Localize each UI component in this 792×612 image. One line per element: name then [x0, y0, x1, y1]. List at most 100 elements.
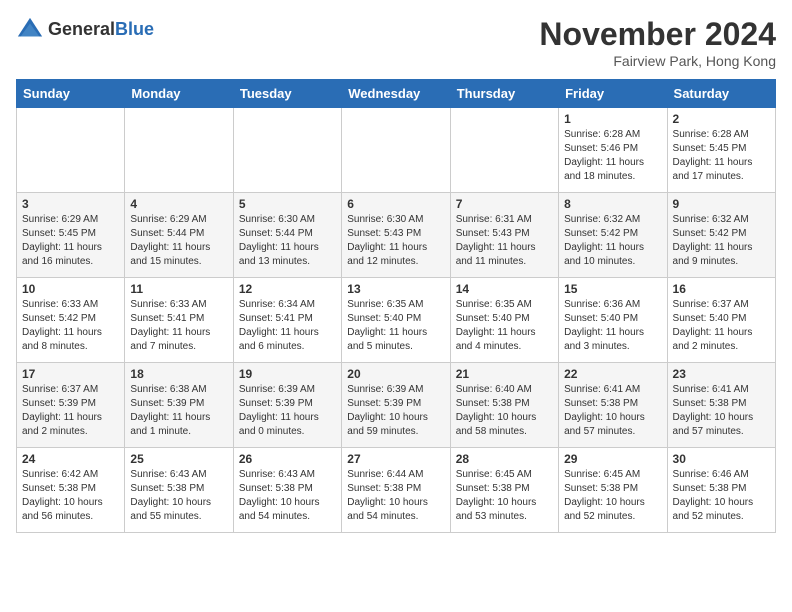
day-info: Sunrise: 6:38 AM Sunset: 5:39 PM Dayligh… — [130, 383, 227, 439]
calendar-cell: 16 Sunrise: 6:37 AM Sunset: 5:40 PM Dayli… — [667, 278, 775, 363]
day-info: Sunrise: 6:28 AM Sunset: 5:46 PM Dayligh… — [564, 128, 661, 184]
calendar-cell: 17 Sunrise: 6:37 AM Sunset: 5:39 PM Dayli… — [17, 363, 125, 448]
calendar-cell: 19 Sunrise: 6:39 AM Sunset: 5:39 PM Dayli… — [233, 363, 341, 448]
day-info: Sunrise: 6:43 AM Sunset: 5:38 PM Dayligh… — [130, 468, 227, 524]
calendar-cell: 6 Sunrise: 6:30 AM Sunset: 5:43 PM Daylig… — [342, 193, 450, 278]
day-number: 16 — [673, 282, 770, 296]
calendar-cell: 20 Sunrise: 6:39 AM Sunset: 5:39 PM Dayli… — [342, 363, 450, 448]
calendar-cell: 14Sunrise: 6:35 AM Sunset: 5:40 PM Dayli… — [450, 278, 558, 363]
day-info: Sunrise: 6:37 AM Sunset: 5:40 PM Dayligh… — [673, 298, 770, 354]
day-info: Sunrise: 6:45 AM Sunset: 5:38 PM Dayligh… — [456, 468, 553, 524]
calendar-cell: 12Sunrise: 6:34 AM Sunset: 5:41 PM Dayli… — [233, 278, 341, 363]
calendar-week-row: 17 Sunrise: 6:37 AM Sunset: 5:39 PM Dayli… — [17, 363, 776, 448]
day-info: Sunrise: 6:31 AM Sunset: 5:43 PM Dayligh… — [456, 213, 553, 269]
calendar-week-row: 10 Sunrise: 6:33 AM Sunset: 5:42 PM Dayli… — [17, 278, 776, 363]
day-number: 4 — [130, 197, 227, 211]
calendar-cell: 11 Sunrise: 6:33 AM Sunset: 5:41 PM Dayli… — [125, 278, 233, 363]
day-info: Sunrise: 6:36 AM Sunset: 5:40 PM Dayligh… — [564, 298, 661, 354]
calendar-cell: 5 Sunrise: 6:30 AM Sunset: 5:44 PM Daylig… — [233, 193, 341, 278]
day-number: 14 — [456, 282, 553, 296]
calendar-cell: 18 Sunrise: 6:38 AM Sunset: 5:39 PM Dayli… — [125, 363, 233, 448]
day-info: Sunrise: 6:29 AM Sunset: 5:44 PM Dayligh… — [130, 213, 227, 269]
day-info: Sunrise: 6:28 AM Sunset: 5:45 PM Dayligh… — [673, 128, 770, 184]
day-number: 22 — [564, 367, 661, 381]
day-number: 26 — [239, 452, 336, 466]
day-info: Sunrise: 6:40 AM Sunset: 5:38 PM Dayligh… — [456, 383, 553, 439]
day-info: Sunrise: 6:29 AM Sunset: 5:45 PM Dayligh… — [22, 213, 119, 269]
day-number: 7 — [456, 197, 553, 211]
calendar-cell: 9Sunrise: 6:32 AM Sunset: 5:42 PM Daylig… — [667, 193, 775, 278]
day-info: Sunrise: 6:30 AM Sunset: 5:43 PM Dayligh… — [347, 213, 444, 269]
day-number: 6 — [347, 197, 444, 211]
day-info: Sunrise: 6:35 AM Sunset: 5:40 PM Dayligh… — [347, 298, 444, 354]
calendar-cell: 29 Sunrise: 6:45 AM Sunset: 5:38 PM Dayli… — [559, 448, 667, 533]
calendar-cell: 4 Sunrise: 6:29 AM Sunset: 5:44 PM Daylig… — [125, 193, 233, 278]
day-of-week-header: Monday — [125, 80, 233, 108]
calendar: SundayMondayTuesdayWednesdayThursdayFrid… — [16, 79, 776, 533]
calendar-week-row: 1Sunrise: 6:28 AM Sunset: 5:46 PM Daylig… — [17, 108, 776, 193]
day-number: 30 — [673, 452, 770, 466]
day-of-week-header: Wednesday — [342, 80, 450, 108]
calendar-cell: 30 Sunrise: 6:46 AM Sunset: 5:38 PM Dayli… — [667, 448, 775, 533]
day-info: Sunrise: 6:39 AM Sunset: 5:39 PM Dayligh… — [347, 383, 444, 439]
calendar-cell: 3 Sunrise: 6:29 AM Sunset: 5:45 PM Daylig… — [17, 193, 125, 278]
calendar-cell: 24 Sunrise: 6:42 AM Sunset: 5:38 PM Dayli… — [17, 448, 125, 533]
day-info: Sunrise: 6:39 AM Sunset: 5:39 PM Dayligh… — [239, 383, 336, 439]
title-area: November 2024 Fairview Park, Hong Kong — [539, 16, 776, 69]
day-number: 24 — [22, 452, 119, 466]
calendar-body: 1Sunrise: 6:28 AM Sunset: 5:46 PM Daylig… — [17, 108, 776, 533]
day-number: 29 — [564, 452, 661, 466]
calendar-cell — [450, 108, 558, 193]
day-number: 27 — [347, 452, 444, 466]
calendar-header-row: SundayMondayTuesdayWednesdayThursdayFrid… — [17, 80, 776, 108]
calendar-cell: 8Sunrise: 6:32 AM Sunset: 5:42 PM Daylig… — [559, 193, 667, 278]
logo-blue: Blue — [115, 19, 154, 39]
day-info: Sunrise: 6:45 AM Sunset: 5:38 PM Dayligh… — [564, 468, 661, 524]
day-number: 3 — [22, 197, 119, 211]
day-of-week-header: Thursday — [450, 80, 558, 108]
calendar-cell: 28 Sunrise: 6:45 AM Sunset: 5:38 PM Dayli… — [450, 448, 558, 533]
day-info: Sunrise: 6:46 AM Sunset: 5:38 PM Dayligh… — [673, 468, 770, 524]
day-info: Sunrise: 6:30 AM Sunset: 5:44 PM Dayligh… — [239, 213, 336, 269]
day-number: 20 — [347, 367, 444, 381]
logo: GeneralBlue — [16, 16, 154, 44]
calendar-cell: 10 Sunrise: 6:33 AM Sunset: 5:42 PM Dayli… — [17, 278, 125, 363]
month-title: November 2024 — [539, 16, 776, 53]
day-number: 13 — [347, 282, 444, 296]
day-info: Sunrise: 6:44 AM Sunset: 5:38 PM Dayligh… — [347, 468, 444, 524]
day-number: 11 — [130, 282, 227, 296]
day-number: 8 — [564, 197, 661, 211]
day-of-week-header: Saturday — [667, 80, 775, 108]
calendar-cell: 7 Sunrise: 6:31 AM Sunset: 5:43 PM Daylig… — [450, 193, 558, 278]
day-number: 10 — [22, 282, 119, 296]
day-info: Sunrise: 6:42 AM Sunset: 5:38 PM Dayligh… — [22, 468, 119, 524]
day-info: Sunrise: 6:41 AM Sunset: 5:38 PM Dayligh… — [673, 383, 770, 439]
day-number: 15 — [564, 282, 661, 296]
day-number: 2 — [673, 112, 770, 126]
calendar-cell — [17, 108, 125, 193]
day-info: Sunrise: 6:33 AM Sunset: 5:41 PM Dayligh… — [130, 298, 227, 354]
day-number: 17 — [22, 367, 119, 381]
day-number: 28 — [456, 452, 553, 466]
logo-text: GeneralBlue — [48, 20, 154, 40]
day-number: 18 — [130, 367, 227, 381]
day-number: 25 — [130, 452, 227, 466]
calendar-cell — [125, 108, 233, 193]
header: GeneralBlue November 2024 Fairview Park,… — [16, 16, 776, 69]
calendar-cell: 23Sunrise: 6:41 AM Sunset: 5:38 PM Dayli… — [667, 363, 775, 448]
day-info: Sunrise: 6:37 AM Sunset: 5:39 PM Dayligh… — [22, 383, 119, 439]
location-title: Fairview Park, Hong Kong — [539, 53, 776, 69]
calendar-week-row: 24 Sunrise: 6:42 AM Sunset: 5:38 PM Dayli… — [17, 448, 776, 533]
day-number: 12 — [239, 282, 336, 296]
logo-general: General — [48, 19, 115, 39]
day-info: Sunrise: 6:32 AM Sunset: 5:42 PM Dayligh… — [673, 213, 770, 269]
calendar-cell: 26 Sunrise: 6:43 AM Sunset: 5:38 PM Dayli… — [233, 448, 341, 533]
day-number: 5 — [239, 197, 336, 211]
day-info: Sunrise: 6:43 AM Sunset: 5:38 PM Dayligh… — [239, 468, 336, 524]
calendar-cell: 2 Sunrise: 6:28 AM Sunset: 5:45 PM Daylig… — [667, 108, 775, 193]
day-info: Sunrise: 6:33 AM Sunset: 5:42 PM Dayligh… — [22, 298, 119, 354]
logo-icon — [16, 16, 44, 44]
day-number: 19 — [239, 367, 336, 381]
day-of-week-header: Friday — [559, 80, 667, 108]
calendar-cell: 27 Sunrise: 6:44 AM Sunset: 5:38 PM Dayli… — [342, 448, 450, 533]
